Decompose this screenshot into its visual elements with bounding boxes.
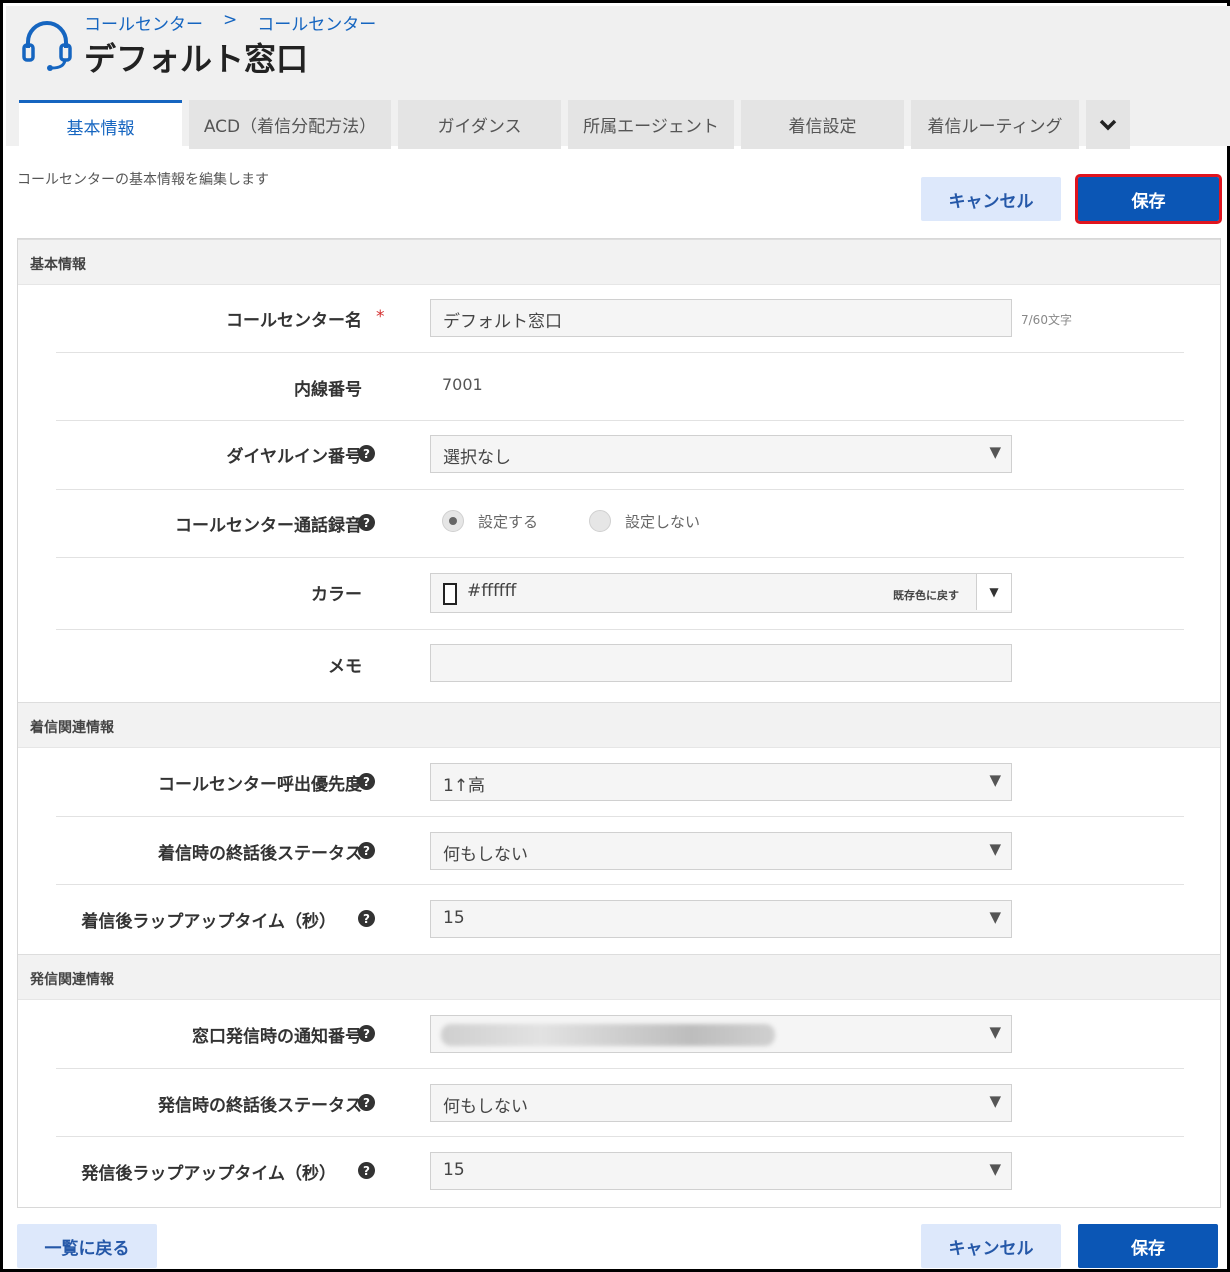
color-value: #ffffff (467, 581, 517, 601)
recording-on-label: 設定する (478, 512, 539, 531)
extension-value: 7001 (442, 375, 483, 394)
tab-acd[interactable]: ACD（着信分配方法） (189, 100, 391, 149)
save-button-top[interactable]: 保存 (1075, 174, 1222, 224)
notify-number-label: 窓口発信時の通知番号 (192, 1027, 362, 1047)
radio-unchecked-icon (589, 510, 611, 532)
section-header-basic: 基本情報 (18, 239, 1220, 285)
tab-incoming-routing[interactable]: 着信ルーティング (911, 100, 1079, 149)
dropdown-arrow-icon: ▼ (989, 771, 1001, 789)
row-dial-in: ダイヤルイン番号 ? 選択なし ▼ (56, 421, 1184, 490)
dropdown-arrow-icon: ▼ (989, 1023, 1001, 1041)
headset-icon (22, 21, 72, 71)
recording-off-label: 設定しない (625, 512, 701, 531)
row-recording: コールセンター通話録音 ? 設定する 設定しない (56, 490, 1184, 558)
row-call-center-name: コールセンター名 * デフォルト窓口 7/60文字 (56, 285, 1184, 353)
outgoing-status-label: 発信時の終話後ステータス (158, 1096, 362, 1116)
breadcrumb-separator: > (223, 10, 238, 30)
extension-label: 内線番号 (294, 380, 362, 400)
char-count: 7/60文字 (1021, 313, 1072, 327)
breadcrumb-link-call-center[interactable]: コールセンター (84, 10, 203, 35)
dropdown-arrow-icon: ▼ (989, 908, 1001, 926)
help-icon[interactable]: ? (358, 773, 375, 790)
tab-more-button[interactable] (1086, 100, 1130, 149)
call-center-name-input[interactable]: デフォルト窓口 (430, 299, 1012, 337)
tab-basic-info[interactable]: 基本情報 (19, 100, 182, 149)
cancel-button-bottom[interactable]: キャンセル (921, 1224, 1061, 1268)
row-extension: 内線番号 7001 (56, 353, 1184, 421)
page-title: デフォルト窓口 (84, 40, 309, 78)
dropdown-arrow-icon: ▼ (989, 840, 1001, 858)
incoming-wrapup-selected: 15 (443, 908, 465, 928)
radio-checked-icon (442, 510, 464, 532)
dial-in-selected: 選択なし (443, 448, 511, 468)
dropdown-arrow-icon: ▼ (989, 443, 1001, 461)
help-icon[interactable]: ? (358, 910, 375, 927)
priority-label: コールセンター呼出優先度 (158, 775, 362, 795)
window-frame: コールセンター > コールセンター デフォルト窓口 基本情報 ACD（着信分配方… (0, 0, 1230, 1272)
outgoing-status-select[interactable]: 何もしない ▼ (430, 1084, 1012, 1122)
help-icon[interactable]: ? (358, 1162, 375, 1179)
save-button-bottom[interactable]: 保存 (1078, 1224, 1218, 1268)
breadcrumb: コールセンター > コールセンター (84, 10, 376, 35)
row-memo: メモ (56, 630, 1184, 702)
outgoing-wrapup-selected: 15 (443, 1160, 465, 1180)
section-header-incoming: 着信関連情報 (18, 702, 1220, 748)
incoming-wrapup-select[interactable]: 15 ▼ (430, 900, 1012, 938)
help-icon[interactable]: ? (358, 514, 375, 531)
color-reset-link[interactable]: 既存色に戻す (893, 587, 959, 603)
outgoing-wrapup-label: 発信後ラップアップタイム（秒） (81, 1164, 336, 1184)
color-picker[interactable]: #ffffff 既存色に戻す ▼ (430, 573, 1012, 613)
back-to-list-button[interactable]: 一覧に戻る (17, 1224, 157, 1268)
memo-label: メモ (328, 657, 362, 677)
tab-bar: 基本情報 ACD（着信分配方法） ガイダンス 所属エージェント 着信設定 着信ル… (19, 100, 1137, 149)
help-icon[interactable]: ? (358, 1094, 375, 1111)
color-swatch (443, 583, 457, 605)
priority-selected: 1↑高 (443, 776, 486, 796)
row-priority: コールセンター呼出優先度 ? 1↑高 ▼ (56, 748, 1184, 817)
row-outgoing-status: 発信時の終話後ステータス ? 何もしない ▼ (56, 1069, 1184, 1137)
dial-in-select[interactable]: 選択なし ▼ (430, 435, 1012, 473)
dropdown-arrow-icon: ▼ (989, 1160, 1001, 1178)
outgoing-status-selected: 何もしない (443, 1097, 528, 1117)
incoming-status-label: 着信時の終話後ステータス (158, 844, 362, 864)
row-notify-number: 窓口発信時の通知番号 ? ▼ (56, 1000, 1184, 1069)
chevron-down-icon (1099, 119, 1117, 130)
recording-on-radio[interactable]: 設定する (442, 510, 538, 532)
cancel-button-top[interactable]: キャンセル (921, 177, 1061, 221)
notify-number-select[interactable]: ▼ (430, 1015, 1012, 1053)
required-mark: * (376, 307, 385, 327)
section-header-outgoing: 発信関連情報 (18, 954, 1220, 1000)
color-dropdown-button[interactable]: ▼ (976, 574, 1011, 610)
incoming-status-selected: 何もしない (443, 845, 528, 865)
incoming-status-select[interactable]: 何もしない ▼ (430, 832, 1012, 870)
page-header: コールセンター > コールセンター デフォルト窓口 基本情報 ACD（着信分配方… (6, 6, 1230, 149)
breadcrumb-link-call-center-2[interactable]: コールセンター (257, 10, 376, 35)
row-incoming-wrapup: 着信後ラップアップタイム（秒） ? 15 ▼ (56, 885, 1184, 954)
priority-select[interactable]: 1↑高 ▼ (430, 763, 1012, 801)
tab-guidance[interactable]: ガイダンス (398, 100, 561, 149)
row-color: カラー #ffffff 既存色に戻す ▼ (56, 558, 1184, 630)
help-icon[interactable]: ? (358, 842, 375, 859)
page-description: コールセンターの基本情報を編集します (17, 172, 269, 188)
incoming-wrapup-label: 着信後ラップアップタイム（秒） (81, 912, 336, 932)
tab-agents[interactable]: 所属エージェント (568, 100, 734, 149)
redacted-value (441, 1024, 775, 1046)
settings-panel: 基本情報 コールセンター名 * デフォルト窓口 7/60文字 内線番号 7001… (17, 238, 1221, 1208)
help-icon[interactable]: ? (358, 1025, 375, 1042)
help-icon[interactable]: ? (358, 445, 375, 462)
recording-off-radio[interactable]: 設定しない (589, 510, 700, 532)
row-incoming-status: 着信時の終話後ステータス ? 何もしない ▼ (56, 817, 1184, 885)
tab-incoming-settings[interactable]: 着信設定 (741, 100, 904, 149)
call-center-name-label: コールセンター名 (226, 311, 362, 331)
row-outgoing-wrapup: 発信後ラップアップタイム（秒） ? 15 ▼ (56, 1137, 1184, 1207)
recording-label: コールセンター通話録音 (175, 516, 362, 536)
outgoing-wrapup-select[interactable]: 15 ▼ (430, 1152, 1012, 1190)
dial-in-label: ダイヤルイン番号 (226, 447, 363, 467)
color-label: カラー (311, 585, 362, 605)
dropdown-arrow-icon: ▼ (989, 1092, 1001, 1110)
memo-textarea[interactable] (430, 644, 1012, 682)
